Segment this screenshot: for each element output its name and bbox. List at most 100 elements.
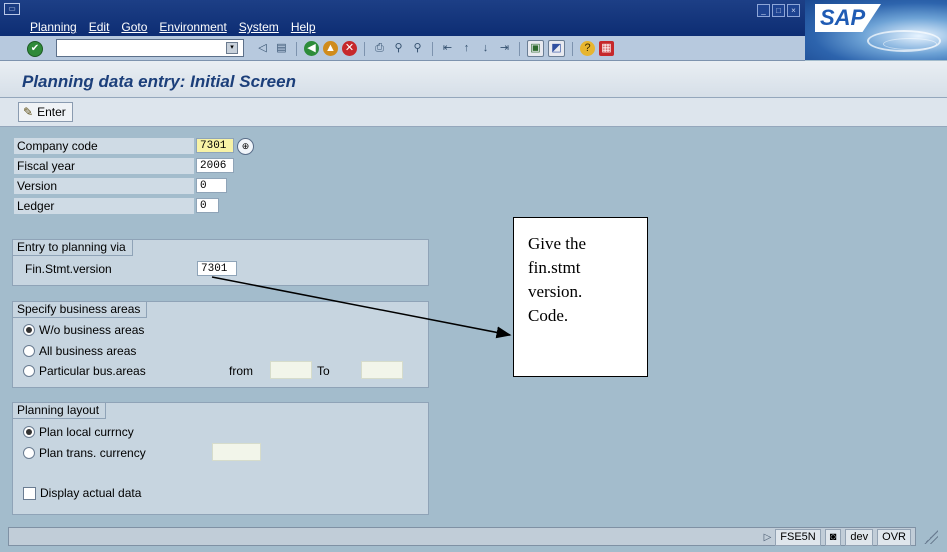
back-icon[interactable]: ◀ [304,41,319,56]
page-title: Planning data entry: Initial Screen [22,72,296,91]
session-icon[interactable]: ◙ [824,529,842,546]
callout-line: version. [528,282,583,301]
callout-line: Give the [528,234,587,253]
callout-text: Give the fin.stmt version. Code. [528,232,638,328]
toolbar-separator [296,41,297,56]
group-title: Planning layout [13,403,107,419]
next-page-icon[interactable]: ↓ [478,41,493,56]
print-icon[interactable]: ⎙ [372,41,387,56]
checkbox-icon[interactable] [23,486,36,500]
new-session-icon[interactable]: ▣ [527,40,544,57]
first-page-icon[interactable]: ⇤ [440,41,455,56]
sap-logo-text: SAP [820,5,866,30]
enter-button-label: Enter [37,105,66,119]
callout-line: fin.stmt [528,258,581,277]
radio-selected-icon[interactable] [23,324,35,336]
menu-system[interactable]: System [239,20,279,34]
help-icon[interactable]: ? [580,41,595,56]
exit-icon[interactable]: ▲ [323,41,338,56]
radio-selected-icon[interactable] [23,426,35,438]
resize-grip-icon[interactable] [924,530,938,544]
callout-line: Code. [528,306,569,325]
group-title: Specify business areas [13,302,148,318]
entry-to-planning-group: Entry to planning via Fin.Stmt.version 7… [12,239,429,286]
version-input[interactable]: 0 [196,178,227,193]
find-next-icon[interactable]: ⚲ [410,41,425,56]
company-code-input[interactable]: 7301 [196,138,234,153]
menu-bar: Planning Edit Goto Environment System He… [30,20,316,34]
insert-mode[interactable]: OVR [877,529,911,546]
radio-plan-trans-currency[interactable]: Plan trans. currency [23,446,146,460]
radio-without-business-areas[interactable]: W/o business areas [23,323,144,337]
from-label: from [229,364,253,378]
fiscal-year-input[interactable]: 2006 [196,158,234,173]
radio-label: All business areas [39,344,137,358]
toolbar-separator [364,41,365,56]
radio-particular-bus-areas[interactable]: Particular bus.areas [23,364,146,378]
radio-plan-local-currency[interactable]: Plan local currncy [23,425,134,439]
close-icon[interactable]: × [787,4,800,17]
planning-layout-group: Planning layout Plan local currncy Plan … [12,402,429,515]
application-toolbar: ✎ Enter [0,98,947,127]
possible-entries-icon[interactable]: ⊕ [237,138,254,155]
sap-logo: SAP [805,0,947,60]
business-areas-group: Specify business areas W/o business area… [12,301,429,388]
maximize-icon[interactable]: □ [772,4,785,17]
checkbox-label: Display actual data [40,486,142,500]
standard-toolbar: ✔ ▾ ◁ ▤ ◀ ▲ ✕ ⎙ ⚲ ⚲ ⇤ ↑ ↓ ⇥ ▣ ◩ ? ▦ [0,36,805,61]
toolbar-separator [572,41,573,56]
group-title: Entry to planning via [13,240,133,256]
fin-stmt-version-label: Fin.Stmt.version [25,262,112,276]
to-label: To [317,364,330,378]
menu-environment[interactable]: Environment [159,20,226,34]
system-menu-icon[interactable]: ▭ [4,3,20,15]
transaction-code: FSE5N [775,529,821,546]
radio-icon[interactable] [23,365,35,377]
company-code-label: Company code [14,138,194,154]
save-icon[interactable]: ▤ [274,41,289,56]
radio-label: Plan trans. currency [39,446,146,460]
toolbar-icons: ◁ ▤ ◀ ▲ ✕ ⎙ ⚲ ⚲ ⇤ ↑ ↓ ⇥ ▣ ◩ ? ▦ [255,40,614,57]
command-field[interactable] [56,39,244,57]
trans-currency-input[interactable] [212,443,261,461]
system-name: dev [845,529,874,546]
radio-all-business-areas[interactable]: All business areas [23,344,136,358]
menu-planning[interactable]: Planning [30,20,77,34]
callout-box: Give the fin.stmt version. Code. [513,217,648,377]
ledger-input[interactable]: 0 [196,198,219,213]
menu-goto[interactable]: Goto [121,20,147,34]
shortcut-icon[interactable]: ◩ [548,40,565,57]
status-expand-icon[interactable]: ▷ [764,532,772,543]
layout-menu-icon[interactable]: ▦ [599,41,614,56]
previous-page-icon[interactable]: ↑ [459,41,474,56]
fiscal-year-label: Fiscal year [14,158,194,174]
menu-edit[interactable]: Edit [89,20,110,34]
pencil-icon: ✎ [23,105,34,119]
status-bar: ▷ FSE5N ◙ dev OVR [8,527,916,546]
display-actual-data-checkbox[interactable]: Display actual data [23,486,141,500]
ok-check-icon[interactable]: ✔ [27,41,43,57]
radio-label: Plan local currncy [39,425,134,439]
status-items: ▷ FSE5N ◙ dev OVR [764,529,911,546]
logo-swirl-icon [883,38,937,50]
back-arrow-icon[interactable]: ◁ [255,41,270,56]
title-area: Planning data entry: Initial Screen [0,61,947,98]
ledger-label: Ledger [14,198,194,214]
cancel-icon[interactable]: ✕ [342,41,357,56]
radio-icon[interactable] [23,345,35,357]
enter-button[interactable]: ✎ Enter [18,102,73,122]
menu-help[interactable]: Help [291,20,316,34]
last-page-icon[interactable]: ⇥ [497,41,512,56]
version-label: Version [14,178,194,194]
command-dropdown-icon[interactable]: ▾ [226,42,238,54]
toolbar-separator [432,41,433,56]
fin-stmt-version-input[interactable]: 7301 [197,261,237,276]
radio-label: W/o business areas [39,323,145,337]
radio-label: Particular bus.areas [39,364,146,378]
bus-area-to-input[interactable] [361,361,403,379]
find-icon[interactable]: ⚲ [391,41,406,56]
minimize-icon[interactable]: _ [757,4,770,17]
radio-icon[interactable] [23,447,35,459]
window-controls: _ □ × [757,4,800,17]
bus-area-from-input[interactable] [270,361,312,379]
